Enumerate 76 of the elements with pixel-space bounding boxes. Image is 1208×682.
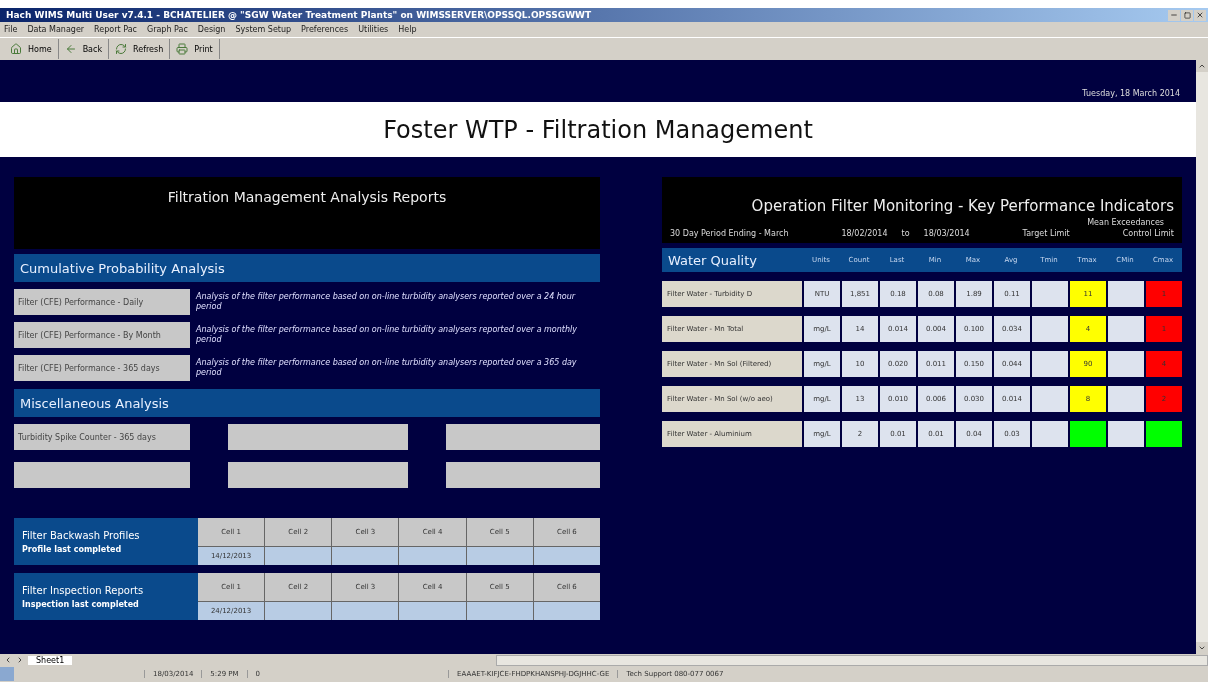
horizontal-scrollbar[interactable] — [496, 654, 1208, 666]
table-subtitle: Inspection last completed — [22, 599, 140, 609]
date-to: 18/03/2014 — [923, 229, 970, 238]
menu-item[interactable]: File — [4, 25, 18, 34]
menu-item[interactable]: Data Manager — [27, 25, 85, 34]
table-cell — [332, 602, 399, 620]
close-icon — [1196, 11, 1204, 19]
home-icon — [10, 43, 22, 55]
previous-sheet-icon[interactable] — [4, 656, 12, 664]
table-cell — [1108, 316, 1144, 342]
menu-item[interactable]: Utilities — [358, 25, 389, 34]
table-cell — [265, 602, 332, 620]
minimize-icon — [1170, 11, 1178, 19]
table-cell — [1108, 351, 1144, 377]
scroll-down-icon[interactable] — [1198, 644, 1206, 652]
table-cell — [1032, 351, 1068, 377]
next-sheet-icon[interactable] — [16, 656, 24, 664]
printer-icon — [176, 43, 189, 55]
restore-icon — [1183, 11, 1191, 19]
table-title: Filter Inspection Reports — [22, 584, 145, 596]
close-button[interactable] — [1194, 9, 1206, 21]
menu-item[interactable]: Graph Pac — [146, 25, 188, 34]
table-cell — [399, 602, 466, 620]
toolbar-button[interactable]: Print — [170, 39, 220, 59]
status-icon — [0, 667, 14, 681]
target-limit-label: Target Limit — [1022, 229, 1070, 238]
panel-title: Operation Filter Monitoring - Key Performance Indicators — [751, 197, 1174, 215]
table-cell — [533, 602, 600, 620]
table-cell — [466, 602, 533, 620]
table-cell — [1108, 421, 1144, 447]
period-label: 30 Day Period Ending - March — [670, 229, 789, 238]
table-cell — [533, 547, 600, 565]
section-heading: Water Quality — [667, 252, 758, 268]
scroll-up-icon[interactable] — [1198, 62, 1206, 70]
back-arrow-icon — [64, 43, 77, 55]
control-limit-label: Control Limit — [1122, 229, 1174, 238]
menu-item[interactable]: Help — [398, 25, 417, 34]
menu-item[interactable]: Preferences — [301, 25, 349, 34]
table-cell — [265, 547, 332, 565]
report-button[interactable]: Filter (CFE) Performance - 365 days — [14, 355, 190, 381]
table-cell — [1032, 386, 1068, 412]
table-cell — [332, 547, 399, 565]
sheet-tab[interactable]: Sheet1 — [28, 655, 73, 665]
report-description: Analysis of the filter performance based on on-line turbidity analysers reported over a monthly period — [196, 324, 578, 346]
menu-item[interactable]: System Setup — [235, 25, 292, 34]
table-cell — [466, 547, 533, 565]
table-cell — [1108, 281, 1144, 307]
table-cell — [399, 547, 466, 565]
toolbar-button[interactable]: Home — [4, 39, 59, 59]
report-button[interactable]: Filter (CFE) Performance - By Month — [14, 322, 190, 348]
table-cell — [1032, 281, 1068, 307]
report-description: Analysis of the filter performance based on on-line turbidity analysers reported over a 24 hour period — [196, 291, 577, 313]
panel-title: Filtration Management Analysis Reports — [167, 189, 447, 205]
table-cell — [1032, 421, 1068, 447]
menu-item[interactable]: Design — [197, 25, 226, 34]
report-description: Analysis of the filter performance based on on-line turbidity analysers reported over a 365 day period — [196, 357, 578, 379]
window-title: Hach WIMS Multi User v7.4.1 - BCHATELIER @ "SGW Water Treatment Plants" on WIMSSERVER\OPSSQL.OPSSGWWT — [6, 10, 592, 20]
section-heading: Miscellaneous Analysis — [20, 395, 169, 411]
report-button[interactable]: Turbidity Spike Counter - 365 days — [14, 424, 190, 450]
table-subtitle: Profile last completed — [22, 544, 123, 554]
refresh-icon — [115, 43, 128, 55]
table-cell — [1032, 316, 1068, 342]
toolbar-button[interactable]: Refresh — [109, 39, 171, 59]
minimize-button[interactable] — [1168, 9, 1180, 21]
to-label: to — [901, 229, 910, 238]
page-title: Foster WTP - Filtration Management — [383, 115, 813, 144]
toolbar-button[interactable]: Back — [58, 39, 110, 59]
report-button[interactable]: Filter (CFE) Performance - Daily — [14, 289, 190, 315]
date-from: 18/02/2014 — [841, 229, 888, 238]
section-heading: Cumulative Probability Analysis — [20, 260, 225, 276]
column-note: Mean Exceedances — [1087, 218, 1164, 227]
date-label: Tuesday, 18 March 2014 — [1082, 89, 1180, 98]
table-cell — [1108, 386, 1144, 412]
table-title: Filter Backwash Profiles — [22, 529, 141, 541]
menu-item[interactable]: Report Pac — [94, 25, 137, 34]
vertical-scrollbar[interactable] — [1196, 60, 1208, 654]
